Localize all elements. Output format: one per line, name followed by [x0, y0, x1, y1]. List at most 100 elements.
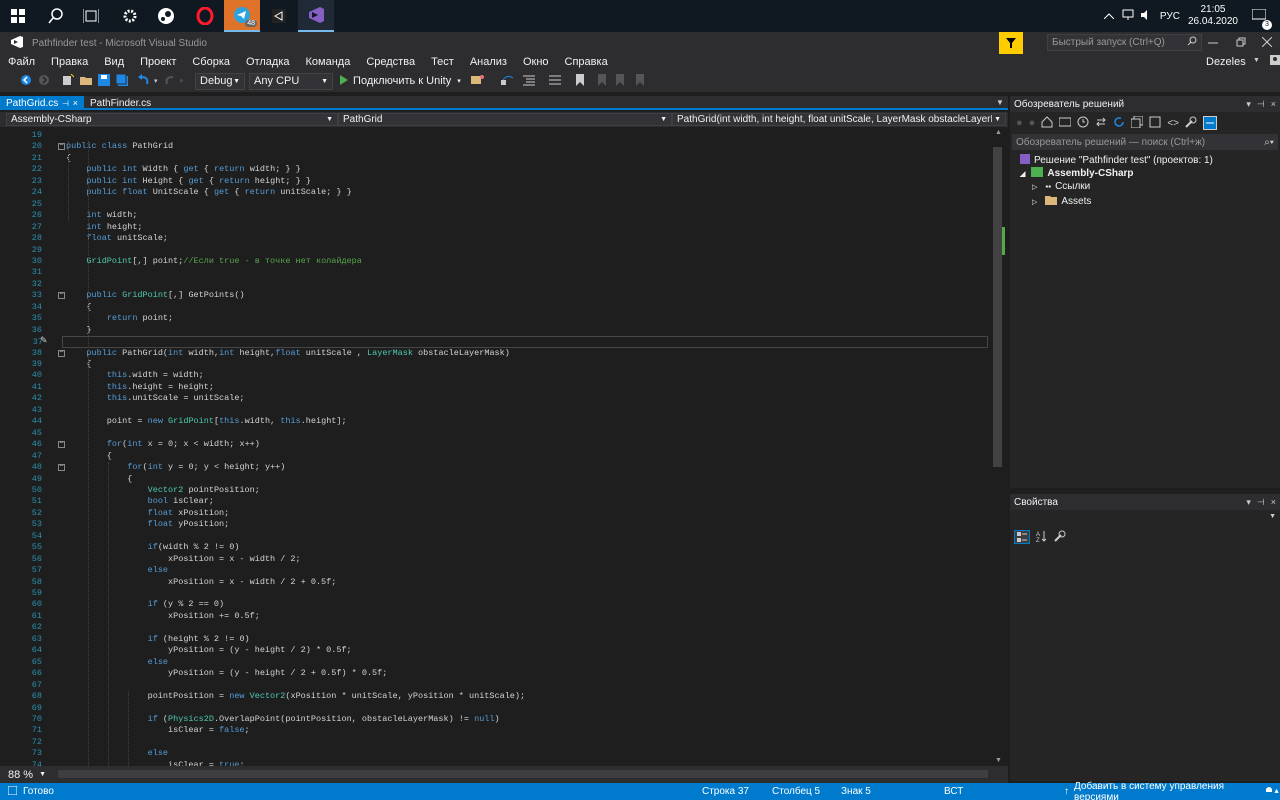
forward-icon[interactable]: ●: [1029, 117, 1036, 129]
collapse-toggle-icon[interactable]: −: [58, 143, 65, 151]
history-icon[interactable]: [1077, 116, 1089, 131]
menu-window[interactable]: Окно: [515, 56, 557, 68]
scroll-down-icon[interactable]: ▼: [995, 757, 1002, 764]
code-line[interactable]: 64 yPosition = (y - height / 2) * 0.5f;: [0, 645, 990, 656]
sync-icon[interactable]: [1095, 116, 1107, 131]
code-line[interactable]: 47 {: [0, 451, 990, 462]
code-line[interactable]: 56 xPosition = x - width / 2;: [0, 554, 990, 565]
code-line[interactable]: 60 if (y % 2 == 0): [0, 599, 990, 610]
code-line[interactable]: 53 float yPosition;: [0, 519, 990, 530]
code-line[interactable]: 39 {: [0, 359, 990, 370]
code-line[interactable]: 71 isClear = false;: [0, 725, 990, 736]
speaker-icon[interactable]: [1140, 9, 1152, 24]
source-control-button[interactable]: ↑ Добавить в систему управления версиями…: [1064, 781, 1280, 800]
code-editor[interactable]: 19 20 public class PathGrid 21{22 public in…: [0, 127, 1008, 766]
undo-icon[interactable]: [138, 73, 150, 89]
unity-icon[interactable]: [261, 0, 297, 32]
quick-actions-pencil-icon[interactable]: ✎: [40, 336, 48, 346]
code-line[interactable]: 51 bool isClear;: [0, 496, 990, 507]
search-icon[interactable]: [38, 0, 74, 32]
tab-pathgrid[interactable]: PathGrid.cs ⊣ ×: [0, 96, 84, 110]
alphabetical-icon[interactable]: AZ: [1036, 530, 1048, 545]
save-all-icon[interactable]: [115, 73, 128, 89]
network-icon[interactable]: [1122, 9, 1134, 24]
code-line[interactable]: 28 float unitScale;: [0, 233, 990, 244]
panel-dropdown-icon[interactable]: ▾: [1246, 497, 1251, 508]
expanded-arrow-icon[interactable]: ◢: [1020, 170, 1025, 178]
code-line[interactable]: 24 public float UnitScale { get { return…: [0, 187, 990, 198]
bookmark-icon[interactable]: [575, 73, 585, 89]
code-line[interactable]: 26 int width;: [0, 210, 990, 221]
preview-icon[interactable]: [1203, 116, 1217, 130]
tree-assets[interactable]: ▷ Assets: [1032, 195, 1091, 208]
tree-solution[interactable]: Решение "Pathfinder test" (проектов: 1): [1020, 154, 1213, 167]
code-line[interactable]: 25: [0, 199, 990, 210]
new-project-icon[interactable]: [62, 73, 75, 89]
tab-overflow-icon[interactable]: ▼: [996, 98, 1004, 107]
code-line[interactable]: 48 for(int y = 0; y < height; y++): [0, 462, 990, 473]
redo-dropdown-icon[interactable]: ▾: [180, 77, 184, 85]
close-button[interactable]: [1261, 36, 1274, 49]
tab-pathfinder[interactable]: PathFinder.cs: [84, 96, 157, 110]
member-select[interactable]: PathGrid(int width, int height, float un…: [672, 113, 1006, 126]
redo-icon[interactable]: [164, 74, 176, 89]
property-pages-wrench-icon[interactable]: [1054, 530, 1066, 545]
panel-dropdown-icon[interactable]: ▾: [1246, 99, 1251, 110]
close-icon[interactable]: ×: [1271, 497, 1276, 508]
quick-launch-input[interactable]: Быстрый запуск (Ctrl+Q): [1047, 34, 1202, 51]
zoom-select[interactable]: 88 % ▼: [4, 766, 50, 783]
categorized-icon[interactable]: [1014, 530, 1030, 544]
code-line[interactable]: 65 else: [0, 657, 990, 668]
menu-debug[interactable]: Отладка: [238, 56, 297, 68]
menu-test[interactable]: Тест: [423, 56, 462, 68]
code-line[interactable]: 33 public GridPoint[,] GetPoints(): [0, 290, 990, 301]
code-line[interactable]: 62: [0, 622, 990, 633]
user-name[interactable]: Dezeles: [1206, 56, 1246, 68]
menu-file[interactable]: Файл: [0, 56, 43, 68]
code-line[interactable]: 66 yPosition = (y - height / 2 + 0.5f) *…: [0, 668, 990, 679]
menu-help[interactable]: Справка: [557, 56, 616, 68]
collapsed-arrow-icon[interactable]: ▷: [1032, 183, 1037, 191]
properties-wrench-icon[interactable]: [1185, 116, 1197, 131]
code-line[interactable]: 34 {: [0, 302, 990, 313]
notifications-icon[interactable]: 3: [1251, 8, 1272, 30]
code-line[interactable]: 57 else: [0, 565, 990, 576]
collapse-toggle-icon[interactable]: −: [58, 441, 65, 449]
code-line[interactable]: 29: [0, 245, 990, 256]
minimize-button[interactable]: [1208, 37, 1220, 49]
step-icon[interactable]: [500, 74, 515, 89]
code-line[interactable]: 37: [33, 336, 988, 348]
code-line[interactable]: 20 public class PathGrid: [0, 141, 990, 152]
close-icon[interactable]: ×: [1271, 99, 1276, 110]
code-line[interactable]: 59: [0, 588, 990, 599]
menu-build[interactable]: Сборка: [184, 56, 238, 68]
code-line[interactable]: 73 else: [0, 748, 990, 759]
scroll-up-icon[interactable]: ▲: [995, 129, 1002, 136]
code-line[interactable]: 63 if (height % 2 != 0): [0, 634, 990, 645]
feedback-flag-icon[interactable]: [999, 32, 1023, 54]
code-line[interactable]: 50 Vector2 pointPosition;: [0, 485, 990, 496]
code-line[interactable]: 61 xPosition += 0.5f;: [0, 611, 990, 622]
code-line[interactable]: 38 public PathGrid(int width,int height,…: [0, 348, 990, 359]
open-folder-icon[interactable]: [80, 74, 92, 89]
windows-start-icon[interactable]: [0, 0, 36, 32]
save-icon[interactable]: [98, 73, 110, 89]
menu-view[interactable]: Вид: [96, 56, 132, 68]
comment-icon[interactable]: [548, 74, 561, 89]
next-bookmark-icon[interactable]: [615, 73, 627, 89]
code-line[interactable]: 54: [0, 531, 990, 542]
account-icon[interactable]: [1262, 55, 1280, 70]
code-area[interactable]: 19 20 public class PathGrid 21{22 public in…: [0, 127, 990, 766]
code-line[interactable]: 41 this.height = height;: [0, 382, 990, 393]
steam-icon[interactable]: [148, 0, 184, 32]
view-code-icon[interactable]: <>: [1167, 118, 1179, 129]
tree-references[interactable]: ▷ ▪▪ Ссылки: [1032, 181, 1090, 192]
undo-dropdown-icon[interactable]: ▾: [154, 77, 158, 85]
code-line[interactable]: 69: [0, 703, 990, 714]
code-line[interactable]: 44 point = new GridPoint[this.width, thi…: [0, 416, 990, 427]
project-select[interactable]: Assembly-CSharp ▼: [6, 113, 338, 126]
clock[interactable]: 21:05 26.04.2020: [1188, 4, 1238, 28]
code-line[interactable]: 23 public int Height { get { return heig…: [0, 176, 990, 187]
horizontal-scrollbar[interactable]: [58, 770, 988, 778]
code-line[interactable]: 72: [0, 737, 990, 748]
